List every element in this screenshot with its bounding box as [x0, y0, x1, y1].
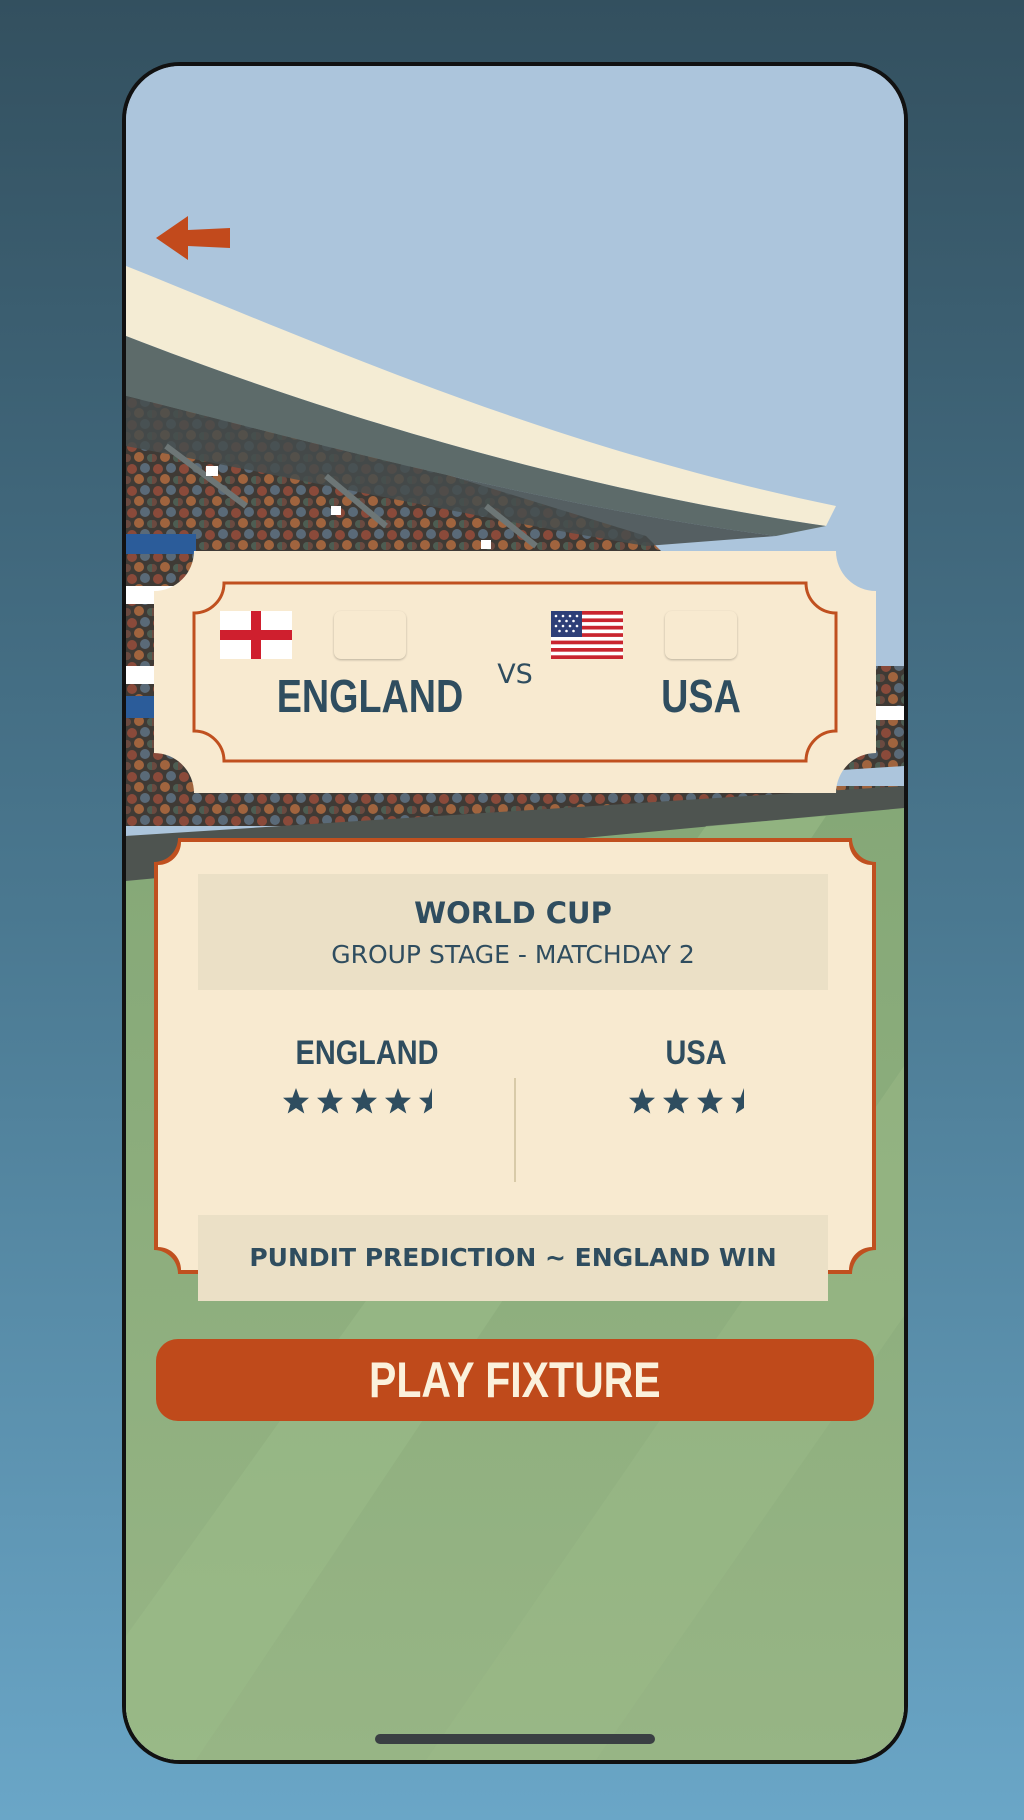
- home-rating-team: ENGLAND: [295, 1034, 439, 1072]
- star-rating-icons: [283, 1088, 432, 1114]
- star-icon: [385, 1088, 411, 1114]
- home-team: ENGLAND: [220, 611, 520, 723]
- fixture-ticket: ENGLAND VS USA: [154, 551, 876, 793]
- star-rating-icons: [629, 1088, 744, 1114]
- play-fixture-button[interactable]: PLAY FIXTURE: [156, 1339, 874, 1421]
- home-rating: ENGLAND: [217, 1034, 517, 1121]
- fixture-info-card: WORLD CUP GROUP STAGE - MATCHDAY 2 ENGLA…: [154, 838, 876, 1301]
- home-star-rating: [217, 1087, 517, 1121]
- star-icon: [663, 1088, 689, 1114]
- away-rating: USA: [546, 1034, 846, 1121]
- half-star-icon: [731, 1088, 744, 1114]
- competition-stage: GROUP STAGE - MATCHDAY 2: [331, 940, 695, 969]
- play-fixture-label: PLAY FIXTURE: [369, 1352, 661, 1408]
- away-rating-team: USA: [665, 1034, 727, 1072]
- home-indicator[interactable]: [375, 1734, 655, 1744]
- star-icon: [317, 1088, 343, 1114]
- england-flag-icon: [220, 611, 406, 659]
- phone-frame: ENGLAND VS USA WORLD CUP GROUP STAGE - M…: [122, 62, 908, 1764]
- home-team-name: ENGLAND: [276, 670, 464, 722]
- star-icon: [697, 1088, 723, 1114]
- star-icon: [351, 1088, 377, 1114]
- pundit-prediction: PUNDIT PREDICTION ~ ENGLAND WIN: [198, 1215, 828, 1301]
- away-team-name: USA: [661, 670, 741, 722]
- usa-flag-icon: [551, 611, 737, 659]
- competition-title: WORLD CUP: [414, 896, 612, 930]
- away-team: USA: [551, 611, 851, 723]
- star-icon: [629, 1088, 655, 1114]
- vs-label: VS: [497, 659, 533, 690]
- rating-divider: [514, 1078, 516, 1182]
- star-icon: [283, 1088, 309, 1114]
- away-star-rating: [546, 1087, 846, 1121]
- half-star-icon: [419, 1088, 432, 1114]
- back-arrow-icon[interactable]: [154, 210, 234, 266]
- competition-box: WORLD CUP GROUP STAGE - MATCHDAY 2: [198, 874, 828, 990]
